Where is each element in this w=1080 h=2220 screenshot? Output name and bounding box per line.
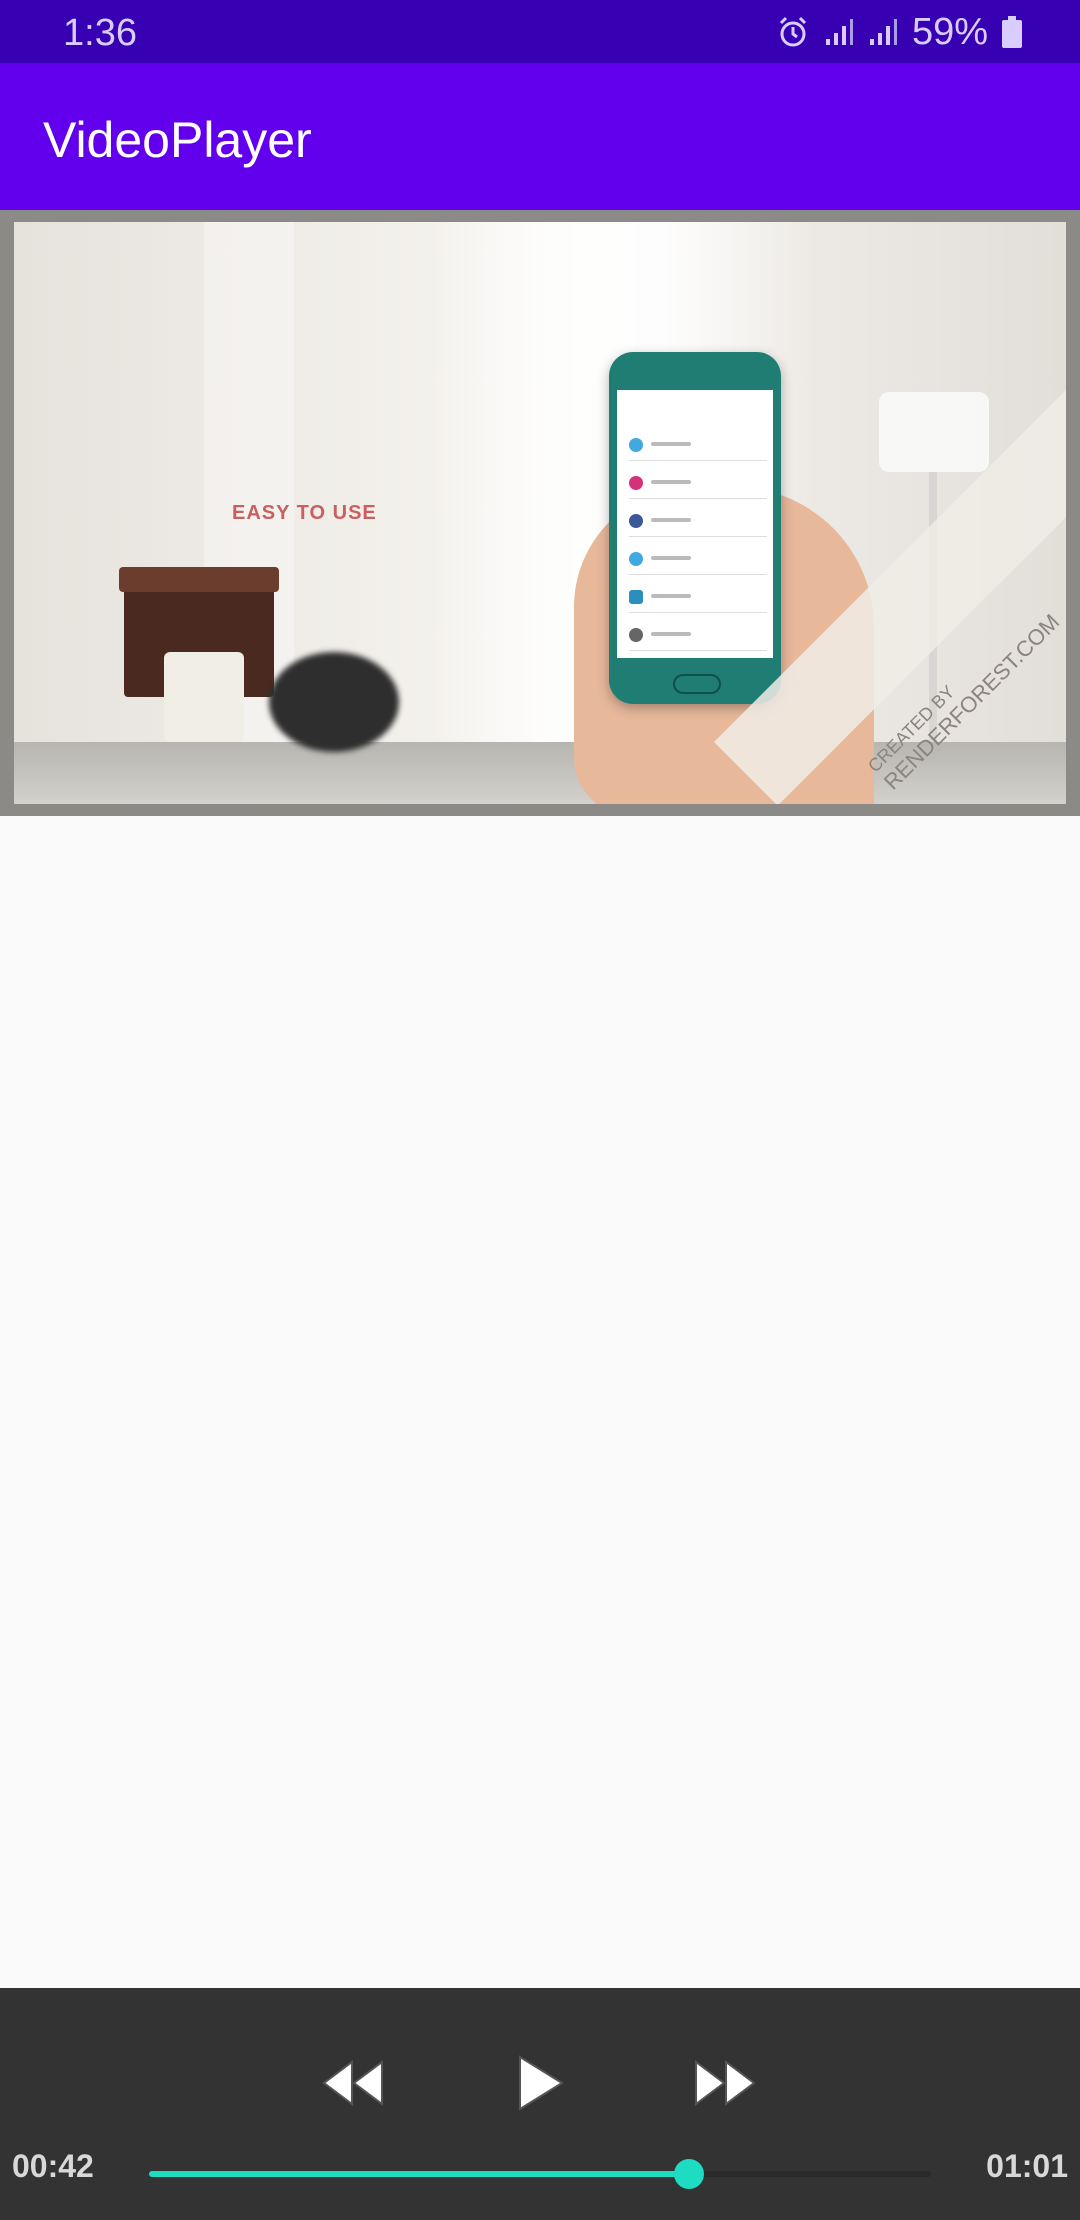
video-view[interactable]: EASY TO USE CREATED BY RENDERFOREST.COM	[0, 210, 1080, 816]
phone-in-video	[609, 352, 781, 704]
play-button[interactable]	[493, 2038, 583, 2128]
signal-icon	[824, 17, 854, 47]
app-title: VideoPlayer	[43, 112, 312, 168]
video-frame: EASY TO USE CREATED BY RENDERFOREST.COM	[14, 222, 1066, 804]
phone-screen	[617, 390, 773, 658]
candle	[164, 652, 244, 742]
fast-forward-button[interactable]	[680, 2038, 770, 2128]
phone-list-item	[629, 468, 767, 499]
alarm-icon	[776, 15, 810, 49]
video-overlay-text: EASY TO USE	[232, 502, 377, 524]
wooden-box-lid	[119, 567, 279, 592]
phone-list-item	[629, 544, 767, 575]
current-time: 00:42	[12, 2148, 94, 2184]
lamp	[879, 392, 989, 472]
phone-list-item	[629, 582, 767, 613]
seek-bar[interactable]	[149, 2159, 931, 2189]
status-bar: 1:36 59%	[0, 0, 1080, 63]
battery-percent: 59%	[911, 10, 988, 53]
phone-home-button	[673, 674, 721, 694]
phone-list-item	[629, 430, 767, 461]
play-icon	[519, 2055, 564, 2111]
media-controller: 00:42 01:01	[0, 1988, 1080, 2220]
signal-icon	[868, 17, 898, 47]
seek-thumb[interactable]	[673, 2159, 704, 2189]
rewind-button[interactable]	[308, 2038, 398, 2128]
phone-list-item	[629, 506, 767, 537]
status-time: 1:36	[63, 12, 137, 54]
battery-icon	[1002, 16, 1022, 48]
phone-list-item	[629, 620, 767, 651]
app-bar: VideoPlayer	[0, 63, 1080, 210]
status-icons: 59%	[776, 10, 1022, 54]
toy-figure	[269, 652, 399, 752]
fast-forward-icon	[695, 2060, 756, 2106]
seek-progress	[149, 2171, 689, 2177]
total-time: 01:01	[986, 2148, 1068, 2184]
rewind-icon	[322, 2060, 383, 2106]
